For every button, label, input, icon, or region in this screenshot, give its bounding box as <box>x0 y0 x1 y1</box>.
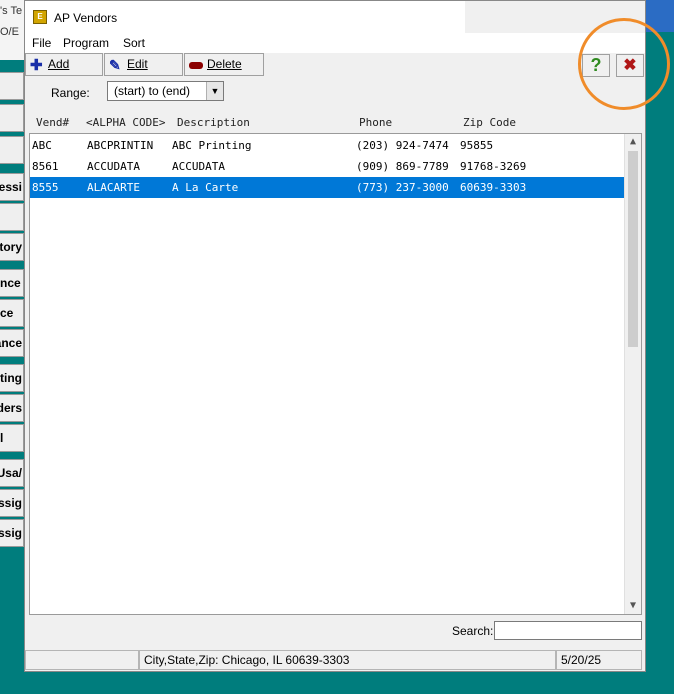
background-button[interactable] <box>0 104 24 132</box>
background-button[interactable]: ance <box>0 329 24 357</box>
vendor-vend-cell: ABC <box>32 139 52 152</box>
background-button[interactable]: l <box>0 424 24 452</box>
ap-vendors-window: E AP Vendors File Program Sort ✚ Add ✎ E… <box>24 0 646 672</box>
scroll-down-icon[interactable]: ▼ <box>625 598 641 614</box>
vendor-row[interactable]: ABC ABCPRINTIN ABC Printing (203) 924-7474 9… <box>30 135 626 156</box>
vendor-vend-cell: 8555 <box>32 181 59 194</box>
background-button[interactable]: ssig <box>0 489 24 517</box>
window-title: AP Vendors <box>54 11 118 25</box>
background-button[interactable]: /Usa <box>0 459 24 487</box>
column-header-alpha[interactable]: <ALPHA CODE> <box>86 116 165 129</box>
scrollbar-thumb[interactable] <box>628 151 638 347</box>
vendor-row[interactable]: 8555 ALACARTE A La Carte (773) 237-3000 6063… <box>30 177 626 198</box>
delete-button[interactable]: Delete <box>184 53 264 76</box>
edit-button[interactable]: ✎ Edit <box>104 53 183 76</box>
column-header-phone[interactable]: Phone <box>359 116 392 129</box>
menu-file[interactable]: File <box>32 36 51 50</box>
delete-label: Delete <box>207 57 242 71</box>
vendor-list[interactable]: ABC ABCPRINTIN ABC Printing (203) 924-7474 9… <box>29 133 642 615</box>
edit-label: Edit <box>127 57 148 71</box>
vendor-phone-cell: (909) 869-7789 <box>356 160 449 173</box>
menu-sort[interactable]: Sort <box>123 36 145 50</box>
plus-icon: ✚ <box>30 57 43 74</box>
column-header-zip[interactable]: Zip Code <box>463 116 516 129</box>
range-label: Range: <box>51 86 90 100</box>
menu-program[interactable]: Program <box>63 36 109 50</box>
range-value: (start) to (end) <box>114 84 191 98</box>
background-button[interactable]: nce <box>0 269 24 297</box>
search-input[interactable] <box>494 621 642 640</box>
vendor-phone-cell: (773) 237-3000 <box>356 181 449 194</box>
add-label: Add <box>48 57 70 71</box>
range-select[interactable]: (start) to (end) ▼ <box>107 81 224 101</box>
status-bar: City,State,Zip: Chicago, IL 60639-3303 5… <box>25 649 645 671</box>
scroll-up-icon[interactable]: ▲ <box>625 134 641 150</box>
close-button[interactable]: ✖ <box>616 54 644 77</box>
menu-bar: File Program Sort <box>25 33 645 53</box>
help-icon: ? <box>590 55 602 75</box>
close-icon: ✖ <box>623 57 637 74</box>
eraser-icon <box>189 62 203 69</box>
background-button[interactable] <box>0 203 24 231</box>
background-button[interactable]: ce <box>0 299 24 327</box>
add-button[interactable]: ✚ Add <box>25 53 103 76</box>
background-button[interactable]: tory <box>0 233 24 261</box>
help-button[interactable]: ? <box>582 54 610 77</box>
toolbar: ✚ Add ✎ Edit Delete ? ✖ <box>25 53 645 77</box>
vendor-zip-cell: 91768-3269 <box>460 160 527 173</box>
window-titlebar[interactable]: E AP Vendors <box>25 1 465 33</box>
chevron-down-icon[interactable]: ▼ <box>206 82 223 100</box>
background-button[interactable] <box>0 72 24 100</box>
background-button[interactable]: ting <box>0 364 24 392</box>
status-date: 5/20/25 <box>556 650 642 670</box>
column-header-vend[interactable]: Vend# <box>36 116 69 129</box>
background-button[interactable] <box>0 136 24 164</box>
column-header-description[interactable]: Description <box>177 116 250 129</box>
vertical-scrollbar[interactable]: ▲ ▼ <box>624 134 641 614</box>
background-button[interactable]: ders <box>0 394 24 422</box>
status-info: City,State,Zip: Chicago, IL 60639-3303 <box>139 650 556 670</box>
vendor-desc-cell: ACCUDATA <box>172 160 225 173</box>
vendor-desc-cell: A La Carte <box>172 181 239 194</box>
background-button[interactable]: ssig <box>0 519 24 547</box>
app-icon: E <box>33 10 47 24</box>
vendor-zip-cell: 60639-3303 <box>460 181 527 194</box>
vendor-alpha-cell: ACCUDATA <box>87 160 140 173</box>
search-label: Search: <box>452 624 494 638</box>
status-cell-empty <box>25 650 139 670</box>
background-button[interactable]: essi <box>0 173 24 201</box>
pencil-icon: ✎ <box>109 57 121 73</box>
vendor-row[interactable]: 8561 ACCUDATA ACCUDATA (909) 869-7789 91768-… <box>30 156 626 177</box>
vendor-alpha-cell: ABCPRINTIN <box>87 139 154 152</box>
vendor-phone-cell: (203) 924-7474 <box>356 139 449 152</box>
vendor-zip-cell: 95855 <box>460 139 494 152</box>
vendor-vend-cell: 8561 <box>32 160 59 173</box>
vendor-desc-cell: ABC Printing <box>172 139 252 152</box>
vendor-alpha-cell: ALACARTE <box>87 181 140 194</box>
